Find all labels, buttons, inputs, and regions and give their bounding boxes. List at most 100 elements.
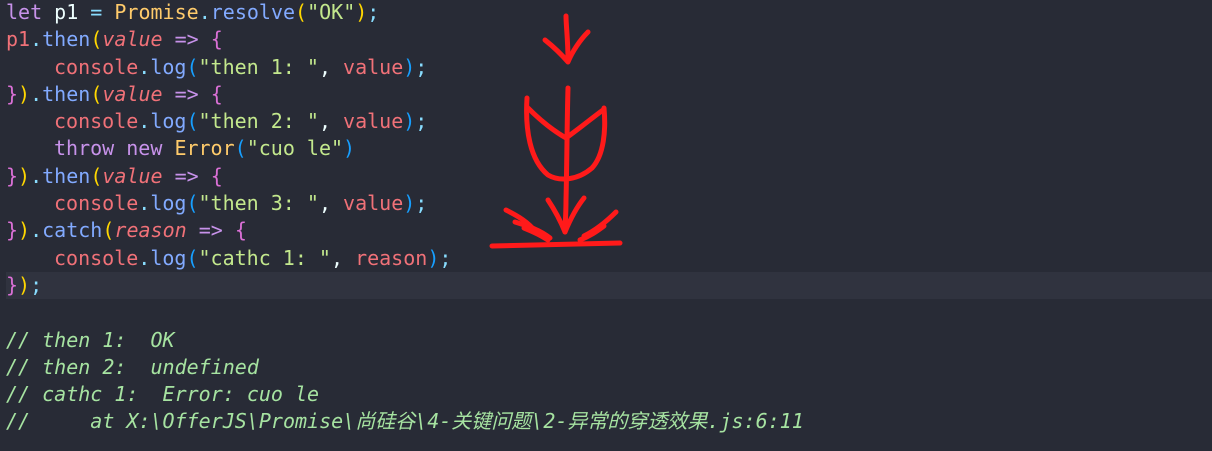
code-token: ) (403, 109, 416, 134)
code-token: => (162, 163, 211, 188)
code-area[interactable]: let p1 = Promise.resolve("OK"); p1.then(v… (6, 0, 1212, 436)
code-token: reason (355, 245, 428, 270)
code-token: value (343, 109, 404, 134)
code-token: , (318, 54, 344, 79)
code-token: "cathc 1: " (198, 245, 331, 270)
code-token: catch (42, 218, 103, 243)
code-token: "then 3: " (198, 191, 319, 216)
code-line[interactable]: // then 2: undefined (6, 354, 1212, 381)
code-token: log (150, 191, 187, 216)
code-token: console (54, 54, 139, 79)
code-token: ( (90, 163, 103, 188)
code-token: ; (30, 272, 43, 297)
code-token: . (30, 218, 43, 243)
code-line[interactable]: // cathc 1: Error: cuo le (6, 381, 1212, 408)
code-token: then (42, 27, 91, 52)
code-token: ; (439, 245, 452, 270)
code-token: ) (403, 54, 416, 79)
code-token: ( (90, 27, 103, 52)
code-comment: // at X:\OfferJS\Promise\尚硅谷\4-关键问题\2-异常… (6, 409, 804, 434)
code-line[interactable]: throw new Error("cuo le") (6, 135, 1212, 162)
code-token: value (102, 163, 163, 188)
code-token: ) (355, 0, 368, 24)
code-token: => (162, 27, 211, 52)
code-token: ( (234, 136, 247, 161)
code-comment: // cathc 1: Error: cuo le (6, 382, 320, 407)
code-token: "then 1: " (198, 54, 319, 79)
code-line[interactable]: console.log("then 1: ", value); (6, 54, 1212, 81)
code-line[interactable]: }).then(value => { (6, 81, 1212, 108)
code-token: ) (18, 218, 31, 243)
code-token: ( (186, 54, 199, 79)
code-editor[interactable]: let p1 = Promise.resolve("OK"); p1.then(v… (0, 0, 1212, 451)
code-token: , (318, 109, 344, 134)
code-line[interactable]: console.log("then 3: ", value); (6, 190, 1212, 217)
code-token: throw (54, 136, 115, 161)
code-token: . (198, 0, 211, 24)
code-comment: // then 2: undefined (6, 354, 259, 379)
code-token: reason (114, 218, 187, 243)
code-token: ) (18, 163, 31, 188)
code-token: ; (415, 109, 428, 134)
code-token: . (138, 54, 151, 79)
code-token: . (30, 81, 43, 106)
code-token: ( (295, 0, 308, 24)
code-token: . (138, 191, 151, 216)
code-line[interactable]: // at X:\OfferJS\Promise\尚硅谷\4-关键问题\2-异常… (6, 408, 1212, 435)
code-token: then (42, 81, 91, 106)
code-token: => (162, 81, 211, 106)
code-line[interactable]: let p1 = Promise.resolve("OK"); (6, 0, 1212, 26)
code-token: log (150, 54, 187, 79)
code-token: . (138, 245, 151, 270)
current-code-line[interactable]: }); (6, 271, 1212, 300)
code-token: => (186, 218, 235, 243)
code-token: = (78, 0, 115, 24)
code-token: ; (367, 0, 380, 24)
code-token: value (343, 191, 404, 216)
code-token: value (343, 54, 404, 79)
code-token: ( (186, 191, 199, 216)
code-token: { (210, 81, 223, 106)
code-token: ( (102, 218, 115, 243)
code-token: ( (186, 245, 199, 270)
code-token: ) (343, 136, 356, 161)
code-token: log (150, 109, 187, 134)
code-token: { (210, 27, 223, 52)
code-line[interactable]: console.log("cathc 1: ", reason); (6, 245, 1212, 272)
code-line[interactable]: console.log("then 2: ", value); (6, 108, 1212, 135)
code-line[interactable]: p1.then(value => { (6, 26, 1212, 53)
code-token: } (6, 163, 19, 188)
code-token: Promise (114, 0, 199, 24)
code-token: p1 (54, 0, 79, 24)
code-token: value (102, 27, 163, 52)
code-token: . (138, 109, 151, 134)
code-token: } (6, 272, 19, 297)
code-token: console (54, 191, 139, 216)
code-line[interactable] (6, 299, 1212, 326)
code-token: , (318, 191, 344, 216)
code-token: Error (174, 136, 235, 161)
code-token: ( (186, 109, 199, 134)
code-token: ) (403, 191, 416, 216)
code-token: { (210, 163, 223, 188)
code-token: log (150, 245, 187, 270)
code-token: } (6, 81, 19, 106)
code-token: "cuo le" (246, 136, 344, 161)
code-token: ; (415, 54, 428, 79)
code-token: ; (415, 191, 428, 216)
code-token: p1 (6, 27, 31, 52)
code-line[interactable]: }).catch(reason => { (6, 217, 1212, 244)
code-token: console (54, 109, 139, 134)
code-line[interactable]: }).then(value => { (6, 163, 1212, 190)
code-comment: // then 1: OK (6, 327, 175, 352)
code-token: { (234, 218, 247, 243)
code-token: value (102, 81, 163, 106)
code-token: "OK" (307, 0, 356, 24)
code-token: new (126, 136, 163, 161)
code-token: ) (427, 245, 440, 270)
code-line[interactable]: // then 1: OK (6, 327, 1212, 354)
code-token: ( (90, 81, 103, 106)
